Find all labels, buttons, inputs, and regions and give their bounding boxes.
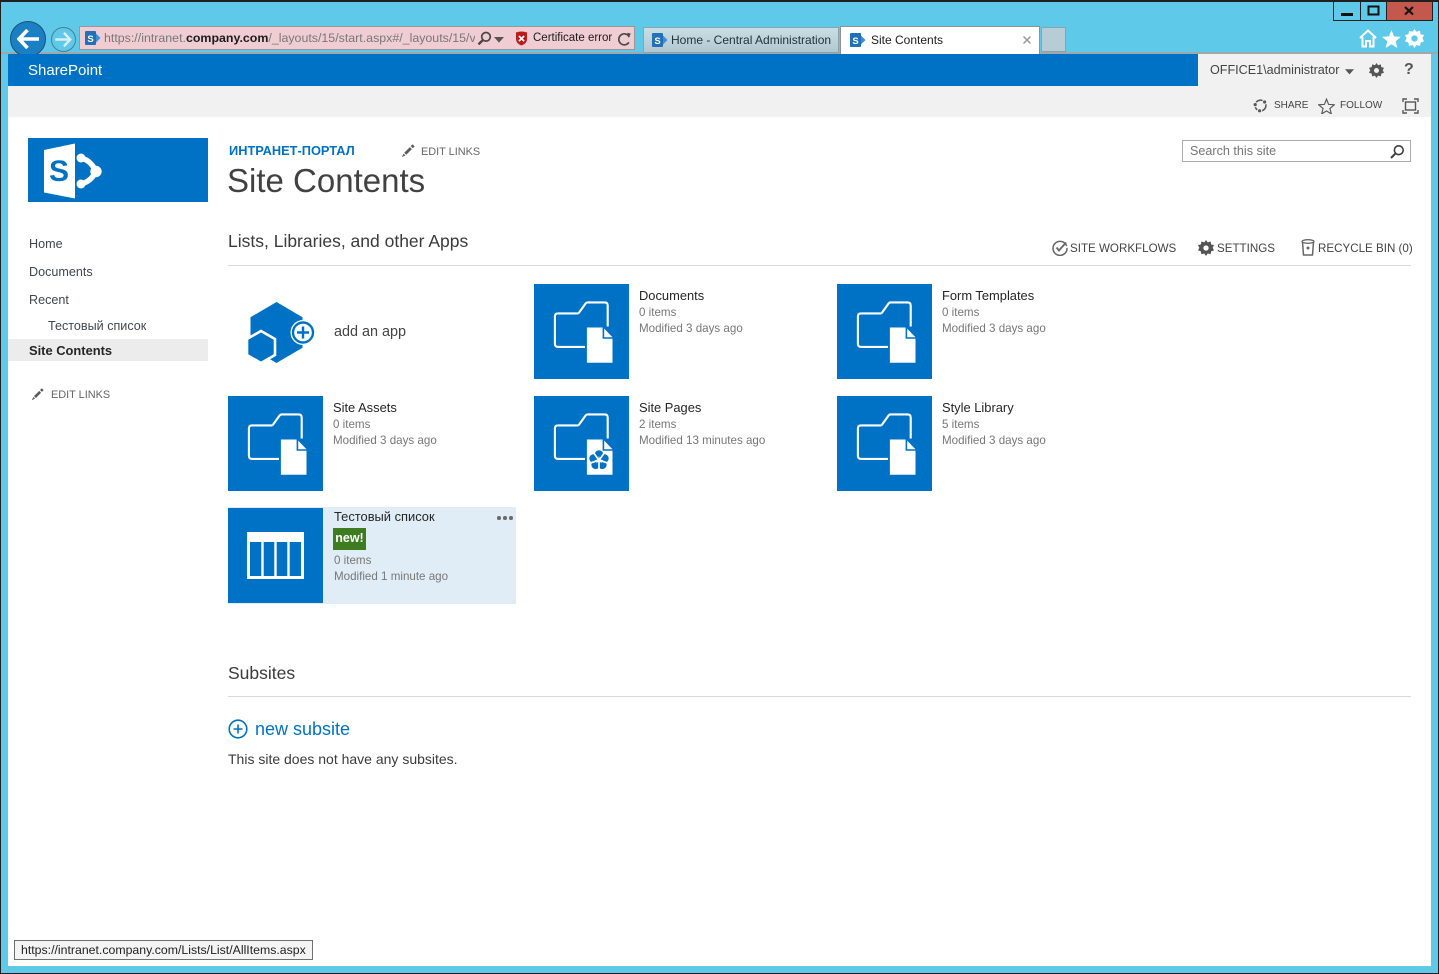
svg-text:S: S <box>49 155 69 188</box>
svg-text:S: S <box>654 36 660 47</box>
svg-text:S: S <box>87 34 93 45</box>
svg-text:S: S <box>852 36 858 47</box>
